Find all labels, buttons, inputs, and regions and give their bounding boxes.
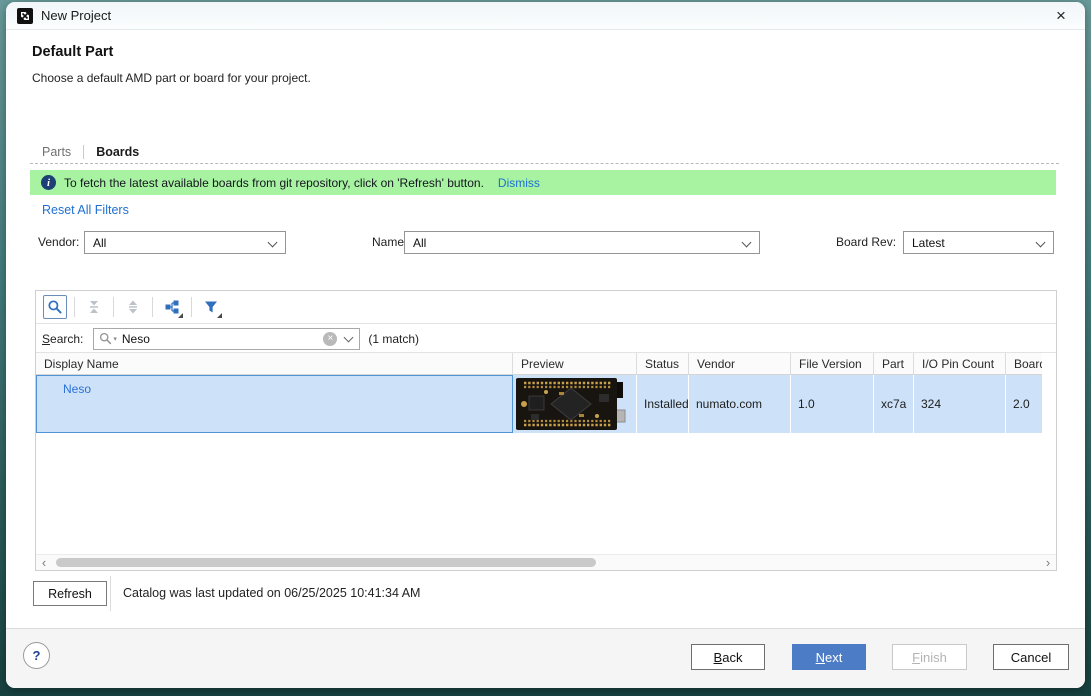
cell-preview[interactable]: [513, 375, 637, 433]
scroll-right-icon[interactable]: ›: [1040, 556, 1056, 570]
page-subtitle: Choose a default AMD part or board for y…: [32, 71, 311, 85]
board-rev-value: Latest: [912, 236, 945, 250]
toolbar-separator: [152, 297, 153, 317]
column-header-display-name[interactable]: Display Name: [36, 353, 513, 374]
tab-parts[interactable]: Parts: [42, 145, 71, 159]
new-project-dialog: New Project × Default Part Choose a defa…: [6, 2, 1085, 688]
cell-io-pin-count[interactable]: 324: [914, 375, 1006, 433]
vendor-select[interactable]: All: [84, 231, 286, 254]
cell-part[interactable]: xc7a: [874, 375, 914, 433]
filter-icon[interactable]: [199, 295, 223, 319]
page-title: Default Part: [32, 44, 113, 60]
dismiss-link[interactable]: Dismiss: [498, 176, 540, 190]
finish-button[interactable]: Finish: [892, 644, 967, 670]
chevron-down-icon: [742, 238, 752, 248]
cell-board-rev[interactable]: 2.0: [1006, 375, 1042, 433]
next-button-label: Next: [816, 650, 843, 665]
toolbar-separator: [74, 297, 75, 317]
board-rev-select[interactable]: Latest: [903, 231, 1054, 254]
title-bar: New Project ×: [6, 2, 1085, 30]
collapse-all-icon[interactable]: [82, 295, 106, 319]
name-label: Name:: [372, 235, 407, 249]
dropdown-corner-icon: [178, 313, 183, 318]
search-label: Search:: [42, 332, 83, 346]
horizontal-scrollbar[interactable]: ‹ ›: [36, 554, 1056, 570]
finish-button-label: Finish: [912, 650, 947, 665]
grid-header: Display Name Preview Status Vendor File …: [36, 353, 1042, 375]
chevron-down-icon: [343, 332, 353, 342]
cell-vendor[interactable]: numato.com: [689, 375, 791, 433]
chevron-down-icon: [1036, 238, 1046, 248]
boards-table-panel: Search: ▾ × (1 match) Display Name Previ…: [35, 290, 1057, 571]
name-select[interactable]: All: [404, 231, 760, 254]
cell-file-version[interactable]: 1.0: [791, 375, 874, 433]
cancel-button-label: Cancel: [1011, 650, 1051, 665]
board-preview-image: [515, 376, 627, 432]
back-button-label: Back: [714, 650, 743, 665]
column-header-status[interactable]: Status: [637, 353, 689, 374]
search-icon[interactable]: [43, 295, 67, 319]
column-header-file-version[interactable]: File Version: [791, 353, 874, 374]
next-button[interactable]: Next: [792, 644, 866, 670]
column-header-vendor[interactable]: Vendor: [689, 353, 791, 374]
cell-status[interactable]: Installed: [637, 375, 689, 433]
column-header-preview[interactable]: Preview: [513, 353, 637, 374]
chevron-down-icon: [268, 238, 278, 248]
expand-all-icon[interactable]: [121, 295, 145, 319]
board-rev-label: Board Rev:: [836, 235, 896, 249]
help-icon[interactable]: ?: [23, 642, 50, 669]
vendor-value: All: [93, 236, 106, 250]
scrollbar-thumb[interactable]: [56, 558, 596, 567]
scroll-left-icon[interactable]: ‹: [36, 556, 52, 570]
refresh-button[interactable]: Refresh: [33, 581, 107, 606]
table-toolbar: [36, 291, 1056, 324]
column-header-part[interactable]: Part: [874, 353, 914, 374]
match-count: (1 match): [368, 332, 419, 346]
info-banner: i To fetch the latest available boards f…: [30, 170, 1056, 195]
info-icon: i: [41, 175, 56, 190]
dropdown-corner-icon: [217, 313, 222, 318]
vendor-label: Vendor:: [38, 235, 79, 249]
table-row[interactable]: Neso: [36, 375, 1042, 433]
search-box: ▾ ×: [93, 328, 360, 350]
cell-display-name[interactable]: Neso: [36, 375, 513, 433]
column-header-board-rev[interactable]: Board R: [1006, 353, 1042, 374]
clear-search-icon[interactable]: ×: [323, 332, 337, 346]
group-by-icon[interactable]: [160, 295, 184, 319]
cancel-button[interactable]: Cancel: [993, 644, 1069, 670]
boards-grid: Display Name Preview Status Vendor File …: [36, 353, 1056, 554]
close-icon[interactable]: ×: [1049, 5, 1073, 27]
catalog-status-text: Catalog was last updated on 06/25/2025 1…: [110, 576, 420, 611]
parts-boards-tabs: Parts Boards: [42, 142, 139, 162]
search-input[interactable]: [117, 332, 323, 346]
toolbar-separator: [113, 297, 114, 317]
banner-text: To fetch the latest available boards fro…: [64, 176, 484, 190]
search-field-icon[interactable]: [99, 332, 112, 345]
vivado-logo-icon: [17, 8, 33, 24]
toolbar-separator: [191, 297, 192, 317]
tab-boards[interactable]: Boards: [96, 145, 139, 159]
window-title: New Project: [41, 8, 111, 23]
search-history-dropdown[interactable]: [337, 329, 359, 349]
column-header-io-pin-count[interactable]: I/O Pin Count: [914, 353, 1006, 374]
back-button[interactable]: Back: [691, 644, 765, 670]
footer-bar: ? Back Next Finish Cancel: [6, 628, 1085, 688]
name-value: All: [413, 236, 426, 250]
tab-divider: [83, 145, 84, 159]
search-row: Search: ▾ × (1 match): [36, 325, 1056, 353]
tabs-separator: [30, 163, 1059, 164]
reset-all-filters-link[interactable]: Reset All Filters: [42, 203, 129, 217]
